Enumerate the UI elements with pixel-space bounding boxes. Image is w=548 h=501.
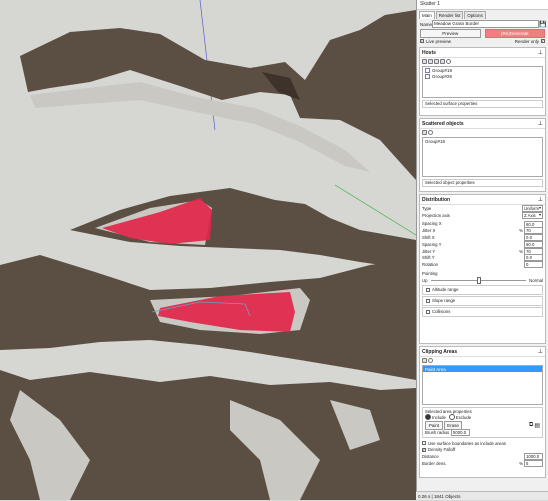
add-host-group-icon[interactable] — [428, 59, 433, 64]
collisions-checkbox[interactable] — [426, 309, 430, 314]
add-object-icon[interactable] — [422, 130, 427, 135]
include-exclude-row: Include Exclude — [425, 414, 540, 420]
hosts-list[interactable]: Group#19 Group#26 — [422, 66, 543, 98]
field-label: Spacing Y — [422, 241, 442, 247]
render-only-checkbox[interactable]: ✓ — [541, 39, 545, 43]
slope-range-group[interactable]: Slope range — [422, 295, 543, 306]
pointing-label-row: Pointing — [422, 271, 438, 277]
clipping-item-selected[interactable]: Paint Area — [423, 366, 542, 372]
scattered-title: Scattered objects — [422, 120, 464, 127]
field-value-input[interactable]: 0 — [524, 261, 543, 269]
clipping-toolbar — [420, 357, 545, 365]
include-radio[interactable] — [425, 414, 431, 420]
paint-button[interactable]: Paint — [425, 420, 443, 430]
paint-erase-row: Paint Erase ⧉ ▤ — [425, 420, 540, 430]
border-density-field[interactable]: 5 — [524, 460, 543, 468]
clipping-list[interactable]: Paint Area — [422, 365, 543, 405]
scattered-section: Scattered objects ⊥ Group#16 Selected ob… — [419, 118, 546, 192]
render-only-label: Render only — [514, 38, 539, 44]
panel-tabs: Main Render list Options — [417, 10, 548, 19]
tab-render-list[interactable]: Render list — [435, 11, 464, 19]
use-boundaries-checkbox[interactable] — [422, 441, 426, 446]
scattered-list[interactable]: Group#16 — [422, 137, 543, 177]
clipping-title: Clipping Areas — [422, 348, 458, 355]
copy-icon[interactable]: ⧉ — [529, 422, 533, 429]
panel-title: Skatter 1 — [417, 0, 548, 10]
field-label: Rotation — [422, 262, 439, 268]
add-host-component-icon[interactable] — [434, 59, 439, 64]
remove-object-icon[interactable] — [428, 130, 433, 135]
distribution-field-row: Rotation 0 — [420, 261, 545, 269]
link-icon[interactable] — [440, 59, 445, 64]
remove-host-icon[interactable] — [446, 59, 451, 64]
border-density-row: Border dens. % 5 — [420, 460, 545, 468]
clipping-section: Clipping Areas ⊥ Paint Area Selected are… — [419, 346, 546, 478]
live-preview-checkbox[interactable]: ✓ — [420, 39, 424, 43]
distribution-header: Distribution ⊥ — [420, 195, 545, 205]
surface-properties-group: Selected surface properties — [422, 100, 543, 108]
object-properties-group: Selected object properties — [422, 179, 543, 187]
host-item[interactable]: Group#26 — [423, 73, 542, 79]
add-area-icon[interactable] — [422, 358, 427, 363]
tab-main[interactable]: Main — [419, 11, 435, 19]
pointing-normal-label: Normal — [529, 277, 543, 283]
group-icon — [425, 73, 430, 79]
regenerate-button[interactable]: (Re)Generate — [484, 28, 545, 38]
preview-button[interactable]: Preview — [420, 28, 481, 38]
field-label: Jitter Y — [422, 248, 436, 254]
status-bar: 0.26 s | 1841 Objects — [416, 491, 548, 500]
distribution-fields: Spacing X 60.0 Jitter X% 70 Shift X 0.0 Spacin… — [420, 220, 545, 269]
object-item[interactable]: Group#16 — [423, 138, 542, 144]
projection-select[interactable]: Z Axis — [522, 211, 543, 219]
name-row: Name Meadow Grass Border 💾 — [417, 20, 548, 28]
scattered-toolbar — [420, 129, 545, 137]
pin-icon[interactable]: ⊥ — [538, 348, 543, 355]
clipping-header: Clipping Areas ⊥ — [420, 347, 545, 357]
tab-options[interactable]: Options — [464, 11, 486, 19]
hosts-header: Hosts ⊥ — [420, 48, 545, 58]
hosts-title: Hosts — [422, 49, 436, 56]
pointing-slider-row: Up Normal — [420, 277, 545, 285]
field-unit: % — [519, 228, 523, 234]
paste-icon[interactable]: ▤ — [534, 422, 540, 429]
scene-viewport[interactable] — [0, 0, 416, 500]
live-preview-label: Live preview — [426, 38, 452, 44]
save-icon[interactable]: 💾 — [539, 21, 546, 28]
collisions-group[interactable]: Collisions — [422, 306, 543, 317]
scattered-header: Scattered objects ⊥ — [420, 119, 545, 129]
field-label: Spacing X — [422, 221, 442, 227]
remove-area-icon[interactable] — [428, 358, 433, 363]
pointing-slider[interactable] — [428, 277, 530, 285]
brush-radius-row: Brush radius 5000.0 — [425, 428, 540, 436]
brush-radius-field[interactable]: 5000.0 — [451, 428, 470, 436]
density-falloff-checkbox[interactable]: ✓ — [422, 447, 426, 452]
group-icon — [425, 67, 430, 73]
projection-row: Projection axis Z Axis — [420, 211, 545, 219]
field-label: Shift X — [422, 235, 435, 241]
field-unit: % — [519, 248, 523, 254]
field-label: Jitter X — [422, 228, 436, 234]
distribution-title: Distribution — [422, 196, 451, 203]
name-label: Name — [420, 21, 433, 27]
distribution-section: Distribution ⊥ Type Uniform Projection a… — [419, 194, 546, 344]
altitude-checkbox[interactable] — [426, 287, 430, 292]
add-host-icon[interactable] — [422, 59, 427, 64]
pin-icon[interactable]: ⊥ — [538, 49, 543, 56]
hosts-toolbar — [420, 58, 545, 66]
action-row: Preview (Re)Generate — [417, 28, 548, 38]
preview-options-row: ✓ Live preview Render only ✓ — [417, 37, 548, 45]
name-field[interactable]: Meadow Grass Border — [432, 20, 539, 28]
hosts-section: Hosts ⊥ Group#19 Group#26 Selected surfa… — [419, 47, 546, 116]
altitude-range-group[interactable]: Altitude range — [422, 284, 543, 295]
slider-thumb[interactable] — [477, 277, 482, 285]
area-properties-group: Selected area properties Include Exclude… — [422, 407, 543, 438]
field-label: Shift Y — [422, 255, 435, 261]
slope-checkbox[interactable] — [426, 298, 430, 303]
skatter-panel: Skatter 1 Main Render list Options Name … — [416, 0, 548, 500]
pin-icon[interactable]: ⊥ — [538, 196, 543, 203]
exclude-radio[interactable] — [448, 414, 455, 420]
scene-canvas[interactable] — [0, 0, 416, 500]
pin-icon[interactable]: ⊥ — [538, 120, 543, 127]
use-boundaries-row: Use surface boundaries as include areas — [420, 440, 545, 447]
